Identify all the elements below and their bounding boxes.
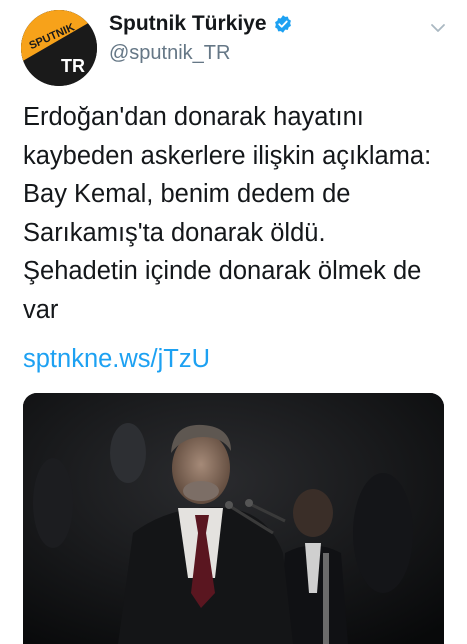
tweet-photo[interactable]	[23, 393, 444, 644]
photo-illustration	[23, 393, 444, 644]
logo-region: TR	[61, 56, 85, 76]
tweet-link[interactable]: sptnkne.ws/jTzU	[23, 345, 210, 374]
avatar[interactable]: SPUTNIK TR	[21, 10, 97, 86]
tweet-header: SPUTNIK TR Sputnik Türkiye @sputnik_TR	[0, 0, 467, 92]
verified-badge-icon	[274, 15, 291, 33]
author-handle[interactable]: @sputnik_TR	[109, 42, 230, 65]
chevron-down-icon[interactable]	[430, 22, 446, 34]
author-display-name[interactable]: Sputnik Türkiye	[109, 12, 267, 36]
sputnik-logo-icon: SPUTNIK TR	[21, 10, 97, 86]
tweet-text: Erdoğan'dan donarak hayatını kaybeden as…	[23, 103, 432, 324]
author-name-row: Sputnik Türkiye	[109, 12, 293, 36]
